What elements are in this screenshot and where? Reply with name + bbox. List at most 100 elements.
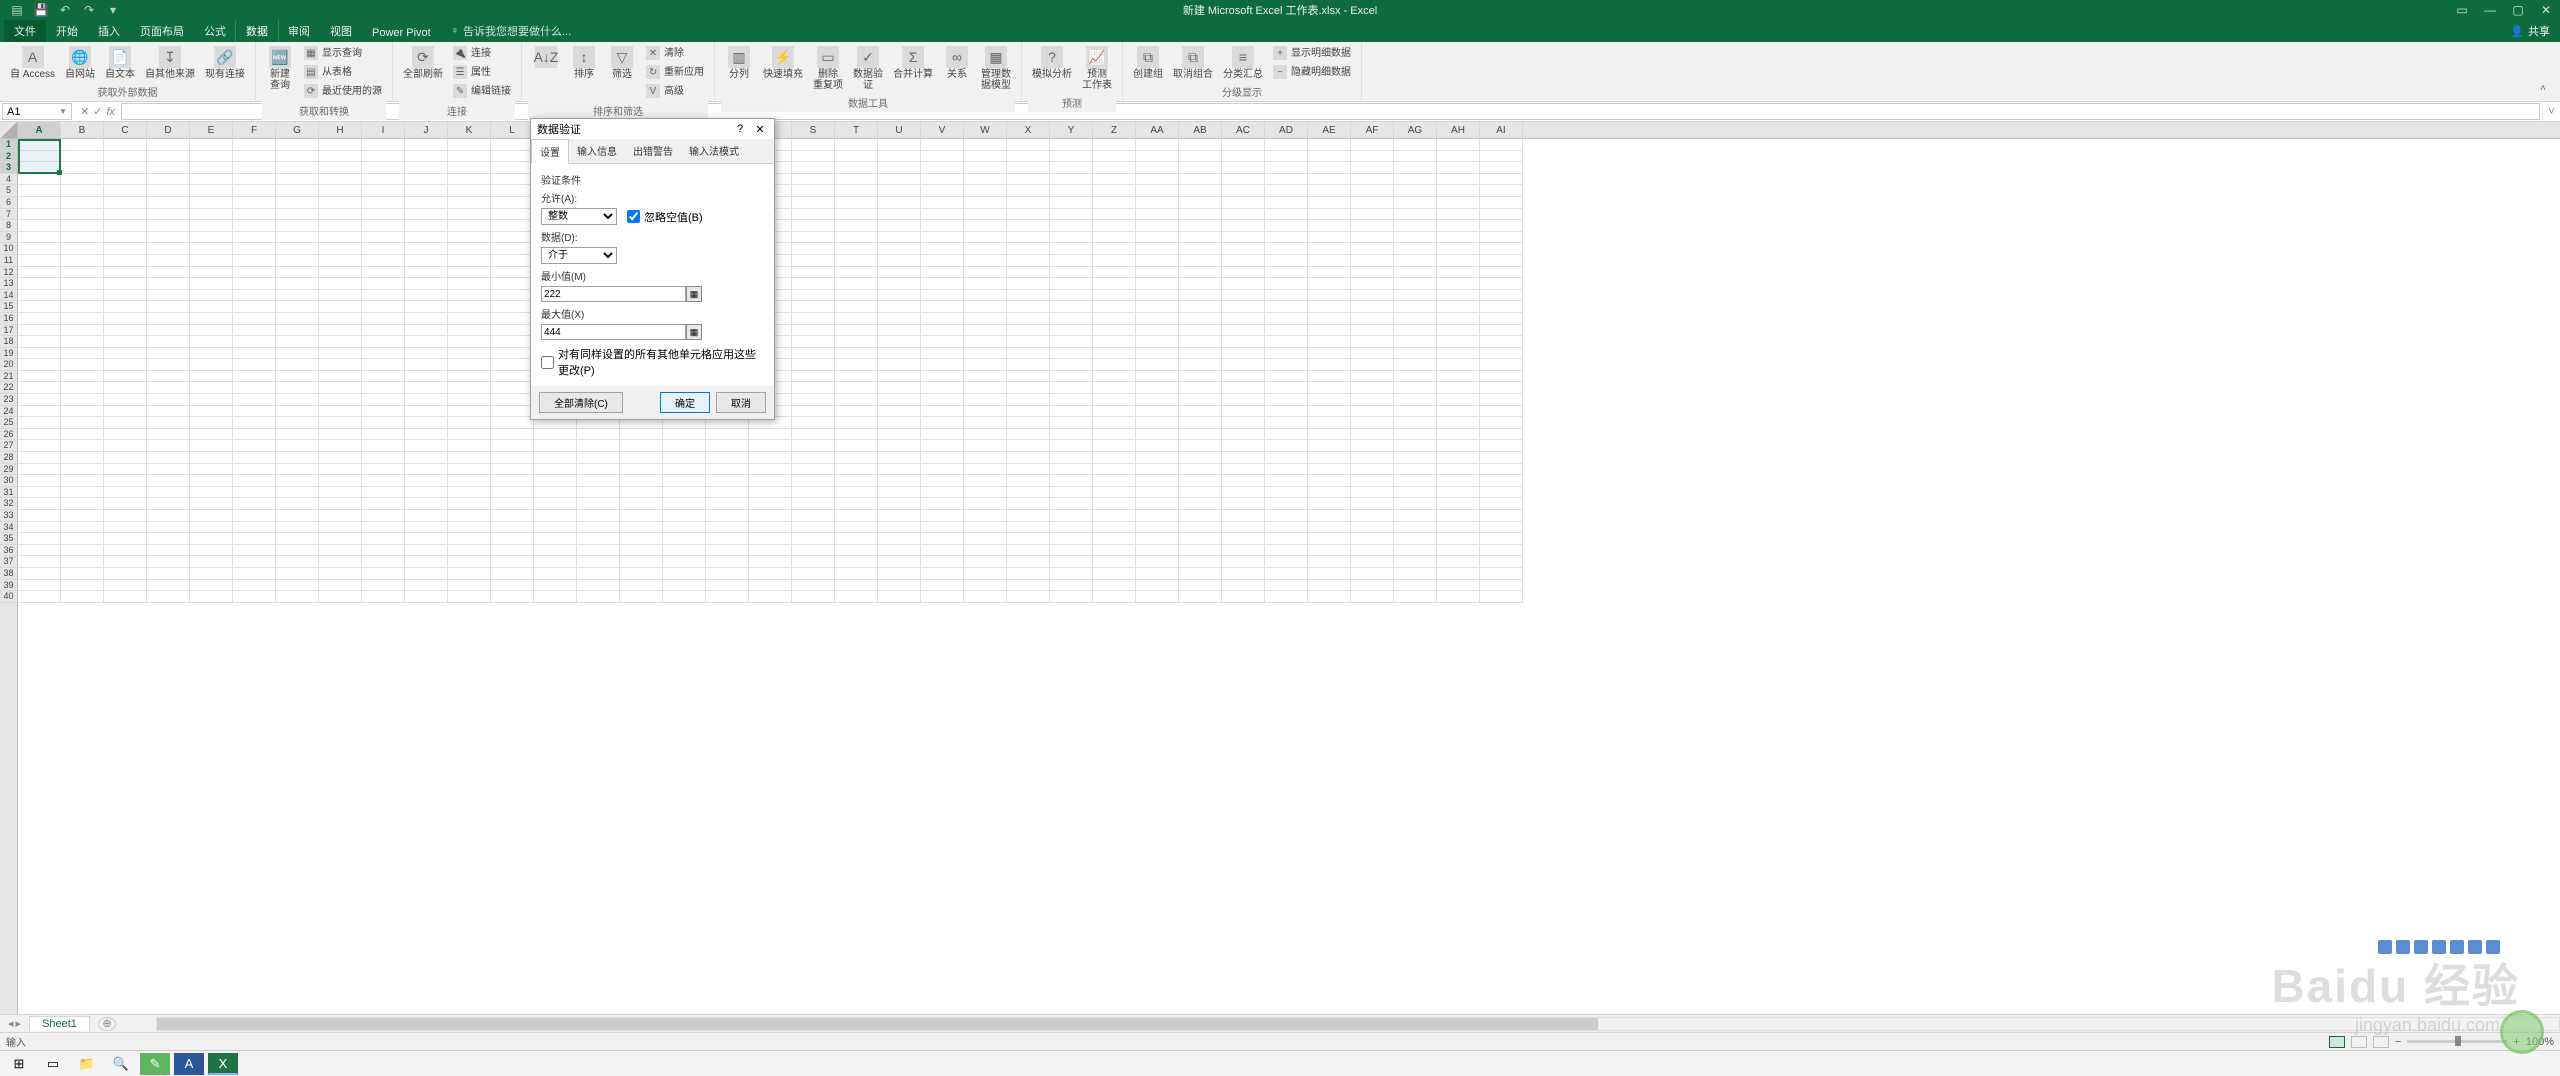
cell[interactable] <box>1136 591 1179 603</box>
cell[interactable] <box>1050 545 1093 557</box>
cell[interactable] <box>233 151 276 163</box>
cell[interactable] <box>405 406 448 418</box>
ribbon-button[interactable]: ▦管理数 据模型 <box>977 44 1015 93</box>
cell[interactable] <box>190 313 233 325</box>
cell[interactable] <box>1265 556 1308 568</box>
row-header[interactable]: 31 <box>0 487 17 499</box>
cell[interactable] <box>1136 185 1179 197</box>
row-header[interactable]: 39 <box>0 580 17 592</box>
sheet-tab[interactable]: Sheet1 <box>29 1016 90 1031</box>
data-dropdown[interactable]: 介于 <box>541 247 617 264</box>
cell[interactable] <box>1437 580 1480 592</box>
cell[interactable] <box>18 336 61 348</box>
cell[interactable] <box>491 290 534 302</box>
cell[interactable] <box>792 568 835 580</box>
cell[interactable] <box>835 255 878 267</box>
cell[interactable] <box>1093 255 1136 267</box>
cell[interactable] <box>1179 209 1222 221</box>
cell[interactable] <box>1394 510 1437 522</box>
cell[interactable] <box>448 417 491 429</box>
cell[interactable] <box>147 406 190 418</box>
min-ref-button[interactable]: ▦ <box>686 286 702 302</box>
tab-file[interactable]: 文件 <box>4 20 46 42</box>
cell[interactable] <box>964 255 1007 267</box>
cell[interactable] <box>276 197 319 209</box>
cell[interactable] <box>835 290 878 302</box>
cell[interactable] <box>706 580 749 592</box>
cell[interactable] <box>233 440 276 452</box>
cell[interactable] <box>1351 151 1394 163</box>
cell[interactable] <box>706 429 749 441</box>
cell[interactable] <box>1007 185 1050 197</box>
cell[interactable] <box>1007 591 1050 603</box>
cell[interactable] <box>491 498 534 510</box>
cell[interactable] <box>1394 394 1437 406</box>
cell[interactable] <box>104 452 147 464</box>
cell[interactable] <box>964 498 1007 510</box>
cell[interactable] <box>921 301 964 313</box>
cell[interactable] <box>362 545 405 557</box>
cell[interactable] <box>792 510 835 522</box>
cell[interactable] <box>878 348 921 360</box>
cell[interactable] <box>792 174 835 186</box>
ribbon-button[interactable]: ↧自其他来源 <box>141 44 199 82</box>
cell[interactable] <box>1136 232 1179 244</box>
cell[interactable] <box>190 232 233 244</box>
cell[interactable] <box>792 336 835 348</box>
cell[interactable] <box>18 429 61 441</box>
cell[interactable] <box>1050 301 1093 313</box>
cell[interactable] <box>1007 580 1050 592</box>
cell[interactable] <box>749 556 792 568</box>
cell[interactable] <box>921 371 964 383</box>
cell[interactable] <box>1136 174 1179 186</box>
cell[interactable] <box>1351 162 1394 174</box>
dialog-titlebar[interactable]: 数据验证 ? ✕ <box>531 119 774 139</box>
cell[interactable] <box>61 545 104 557</box>
cell[interactable] <box>1093 371 1136 383</box>
cell[interactable] <box>362 568 405 580</box>
cell[interactable] <box>1394 313 1437 325</box>
cell[interactable] <box>1480 348 1523 360</box>
cell[interactable] <box>448 406 491 418</box>
row-header[interactable]: 25 <box>0 417 17 429</box>
cell[interactable] <box>1265 522 1308 534</box>
column-header[interactable]: D <box>147 122 190 138</box>
cell[interactable] <box>491 382 534 394</box>
cell[interactable] <box>1394 440 1437 452</box>
cell[interactable] <box>1394 487 1437 499</box>
cell[interactable] <box>878 452 921 464</box>
cell[interactable] <box>1351 139 1394 151</box>
cell[interactable] <box>1394 290 1437 302</box>
cell[interactable] <box>1050 162 1093 174</box>
cell[interactable] <box>706 533 749 545</box>
cell[interactable] <box>448 522 491 534</box>
cell[interactable] <box>147 232 190 244</box>
cell[interactable] <box>190 301 233 313</box>
cell[interactable] <box>18 371 61 383</box>
cell[interactable] <box>104 510 147 522</box>
cell[interactable] <box>1308 591 1351 603</box>
cell[interactable] <box>964 487 1007 499</box>
cell[interactable] <box>1394 429 1437 441</box>
row-header[interactable]: 1 <box>0 139 17 151</box>
cell[interactable] <box>835 545 878 557</box>
cell[interactable] <box>1437 452 1480 464</box>
cell[interactable] <box>1093 429 1136 441</box>
cell[interactable] <box>491 556 534 568</box>
cell[interactable] <box>1050 429 1093 441</box>
cell[interactable] <box>1437 209 1480 221</box>
cell[interactable] <box>405 174 448 186</box>
cell[interactable] <box>233 452 276 464</box>
cell[interactable] <box>1480 510 1523 522</box>
cell[interactable] <box>491 417 534 429</box>
cell[interactable] <box>190 371 233 383</box>
cell[interactable] <box>792 394 835 406</box>
cell[interactable] <box>448 267 491 279</box>
tab-Power Pivot[interactable]: Power Pivot <box>362 24 441 42</box>
column-header[interactable]: AI <box>1480 122 1523 138</box>
cell[interactable] <box>921 545 964 557</box>
cell[interactable] <box>448 464 491 476</box>
cell[interactable] <box>1308 475 1351 487</box>
cell[interactable] <box>18 185 61 197</box>
cell[interactable] <box>190 348 233 360</box>
